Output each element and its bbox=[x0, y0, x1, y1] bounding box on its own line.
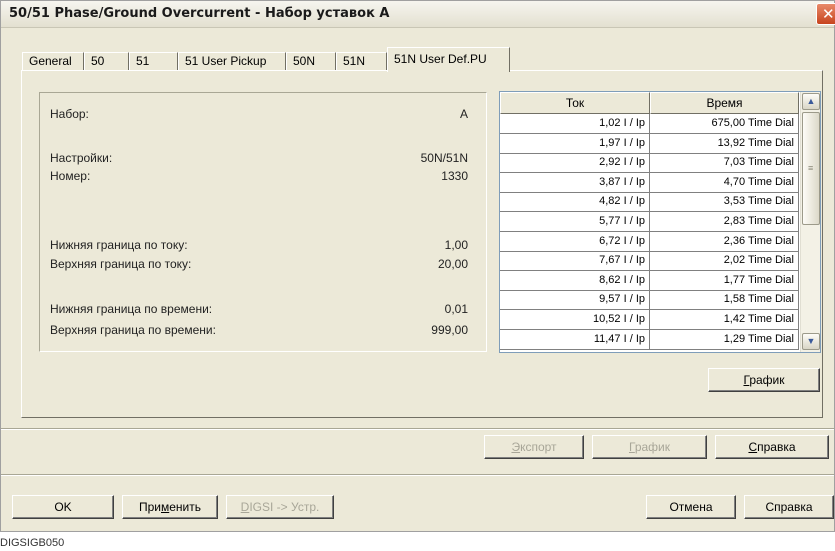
help-lower-label-post: правка bbox=[757, 440, 796, 454]
cell-current[interactable]: 5,77 I / Ip bbox=[500, 212, 650, 232]
column-header-time[interactable]: Время bbox=[650, 92, 799, 114]
param-settings-value: 50N/51N bbox=[420, 151, 468, 165]
tab-50[interactable]: 50 bbox=[84, 52, 129, 71]
param-time-min-value: 0,01 bbox=[444, 302, 468, 316]
param-number-label: Номер: bbox=[50, 169, 91, 183]
tab-51n-user-def-pu[interactable]: 51N User Def.PU bbox=[387, 47, 510, 72]
tab-general[interactable]: General bbox=[22, 52, 84, 71]
param-current-max-label: Верхняя граница по току: bbox=[50, 257, 192, 271]
column-header-current[interactable]: Ток bbox=[500, 92, 650, 114]
apply-label-mnemonic: м bbox=[161, 500, 170, 514]
help-button[interactable]: Справка bbox=[744, 495, 834, 519]
graph-lower-label-post: рафик bbox=[634, 440, 670, 454]
param-set-label: Набор: bbox=[50, 107, 89, 121]
title-bar[interactable]: 50/51 Phase/Ground Overcurrent - Набор у… bbox=[1, 1, 835, 28]
graph-button[interactable]: График bbox=[708, 368, 820, 392]
dialog-window: 50/51 Phase/Ground Overcurrent - Набор у… bbox=[0, 0, 835, 532]
apply-label-post: енить bbox=[169, 500, 202, 514]
curve-points-table[interactable]: Ток Время 1,02 I / Ip 675,00 Time Dial 1,9… bbox=[499, 91, 821, 353]
cell-time[interactable]: 1,77 Time Dial bbox=[650, 270, 799, 291]
table-row[interactable]: 7,67 I / Ip 2,02 Time Dial bbox=[500, 251, 799, 272]
divider-upper bbox=[1, 428, 834, 430]
table-scrollbar[interactable]: ▲ ≡ ▼ bbox=[800, 92, 820, 352]
scroll-down-icon[interactable]: ▼ bbox=[802, 333, 820, 350]
param-current-min-label: Нижняя граница по току: bbox=[50, 238, 188, 252]
table-row[interactable]: 2,92 I / Ip 7,03 Time Dial bbox=[500, 153, 799, 174]
cell-time[interactable]: 1,29 Time Dial bbox=[650, 329, 799, 350]
cell-time[interactable]: 3,53 Time Dial bbox=[650, 192, 799, 213]
tab-51[interactable]: 51 bbox=[129, 52, 178, 71]
digsi-label-post: IGSI -> Устр. bbox=[249, 500, 320, 514]
cell-current[interactable]: 4,82 I / Ip bbox=[500, 192, 650, 213]
cell-time[interactable]: 1,58 Time Dial bbox=[650, 290, 799, 311]
cell-current[interactable]: 11,47 I / Ip bbox=[500, 329, 650, 350]
figure-caption: DIGSIGB050 bbox=[0, 537, 65, 549]
cell-current[interactable]: 1,97 I / Ip bbox=[500, 133, 650, 154]
help-lower-label-mnemonic: С bbox=[748, 440, 758, 454]
parameters-panel: Набор: A Настройки: 50N/51N Номер: 1330 … bbox=[39, 92, 487, 352]
cell-current[interactable]: 8,62 I / Ip bbox=[500, 270, 650, 291]
window-title: 50/51 Phase/Ground Overcurrent - Набор у… bbox=[9, 6, 390, 21]
cell-current[interactable]: 10,52 I / Ip bbox=[500, 310, 650, 330]
table-row[interactable]: 4,82 I / Ip 3,53 Time Dial bbox=[500, 192, 799, 213]
cell-time[interactable]: 2,36 Time Dial bbox=[650, 231, 799, 252]
cell-current[interactable]: 1,02 I / Ip bbox=[500, 114, 650, 134]
table-row[interactable]: 1,02 I / Ip 675,00 Time Dial bbox=[500, 114, 799, 134]
cell-time[interactable]: 2,83 Time Dial bbox=[650, 212, 799, 232]
export-button-label-post: кспорт bbox=[520, 440, 557, 454]
help-lower-button[interactable]: Справка bbox=[715, 435, 829, 459]
graph-button-label-post: рафик bbox=[749, 373, 785, 387]
cell-current[interactable]: 9,57 I / Ip bbox=[500, 290, 650, 311]
param-settings-label: Настройки: bbox=[50, 151, 113, 165]
graph-lower-button[interactable]: График bbox=[592, 435, 707, 459]
cell-time[interactable]: 1,42 Time Dial bbox=[650, 310, 799, 330]
param-number-value: 1330 bbox=[441, 169, 468, 183]
cell-time[interactable]: 7,03 Time Dial bbox=[650, 153, 799, 174]
cell-current[interactable]: 3,87 I / Ip bbox=[500, 172, 650, 193]
cell-time[interactable]: 675,00 Time Dial bbox=[650, 114, 799, 134]
table-row[interactable]: 8,62 I / Ip 1,77 Time Dial bbox=[500, 270, 799, 291]
param-time-max-label: Верхняя граница по времени: bbox=[50, 323, 216, 337]
table-row[interactable]: 1,97 I / Ip 13,92 Time Dial bbox=[500, 133, 799, 154]
cancel-button[interactable]: Отмена bbox=[646, 495, 736, 519]
apply-button[interactable]: Применить bbox=[122, 495, 218, 519]
param-time-min-label: Нижняя граница по времени: bbox=[50, 302, 213, 316]
cell-time[interactable]: 2,02 Time Dial bbox=[650, 251, 799, 272]
cell-current[interactable]: 2,92 I / Ip bbox=[500, 153, 650, 174]
cell-time[interactable]: 4,70 Time Dial bbox=[650, 172, 799, 193]
param-set-value: A bbox=[459, 107, 468, 121]
grip-icon: ≡ bbox=[808, 163, 814, 173]
param-time-max-value: 999,00 bbox=[431, 323, 468, 337]
scroll-up-icon[interactable]: ▲ bbox=[802, 93, 820, 110]
table-header: Ток Время bbox=[500, 92, 799, 114]
ok-button[interactable]: OK bbox=[12, 495, 114, 519]
param-current-min-value: 1,00 bbox=[444, 238, 468, 252]
cell-current[interactable]: 6,72 I / Ip bbox=[500, 231, 650, 252]
table-row[interactable]: 11,47 I / Ip 1,29 Time Dial bbox=[500, 329, 799, 350]
tab-51n[interactable]: 51N bbox=[336, 52, 387, 71]
scroll-thumb[interactable]: ≡ bbox=[802, 112, 820, 225]
table-row[interactable]: 3,87 I / Ip 4,70 Time Dial bbox=[500, 172, 799, 193]
export-button-label-mnemonic: Э bbox=[511, 440, 521, 454]
param-current-max-value: 20,00 bbox=[437, 257, 468, 271]
table-row[interactable]: 6,72 I / Ip 2,36 Time Dial bbox=[500, 231, 799, 252]
cell-time[interactable]: 13,92 Time Dial bbox=[650, 133, 799, 154]
divider-lower bbox=[1, 474, 834, 476]
table-row[interactable]: 5,77 I / Ip 2,83 Time Dial bbox=[500, 212, 799, 232]
close-icon: ✕ bbox=[822, 5, 835, 23]
table-row[interactable]: 10,52 I / Ip 1,42 Time Dial bbox=[500, 310, 799, 330]
tab-51-user-pickup[interactable]: 51 User Pickup bbox=[178, 52, 286, 71]
digsi-transfer-button[interactable]: DIGSI -> Устр. bbox=[226, 495, 334, 519]
apply-label-pre: При bbox=[138, 500, 161, 514]
close-button[interactable]: ✕ bbox=[816, 3, 835, 25]
tab-50n[interactable]: 50N bbox=[286, 52, 336, 71]
cell-current[interactable]: 7,67 I / Ip bbox=[500, 251, 650, 272]
export-button[interactable]: Экспорт bbox=[484, 435, 584, 459]
table-row[interactable]: 9,57 I / Ip 1,58 Time Dial bbox=[500, 290, 799, 311]
